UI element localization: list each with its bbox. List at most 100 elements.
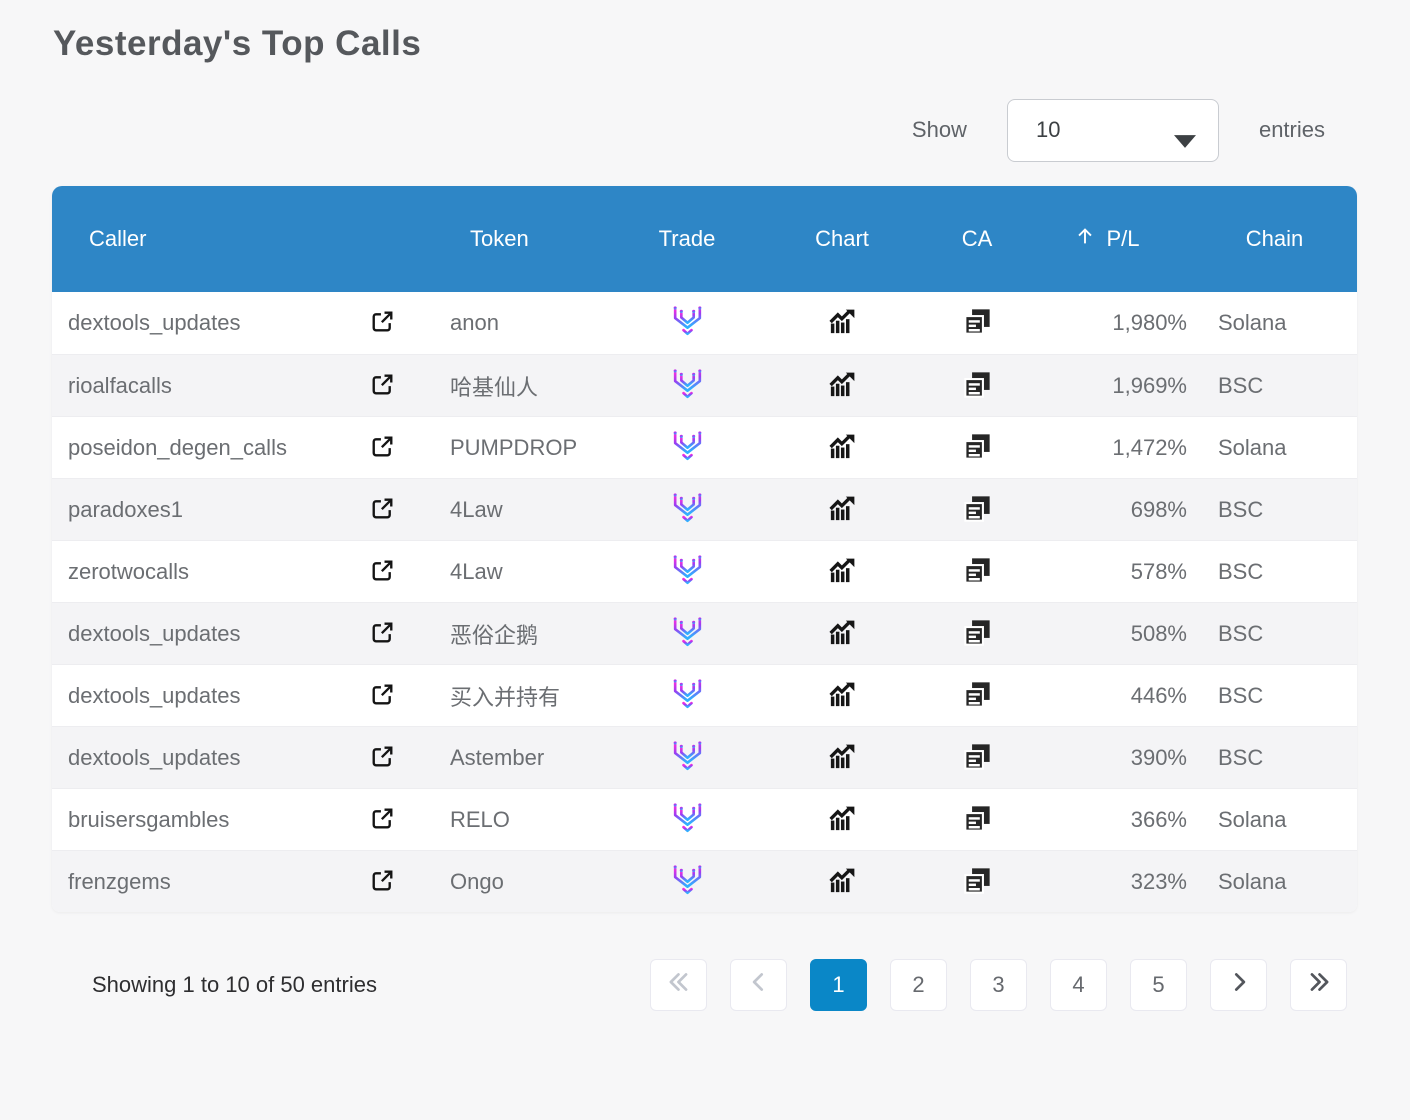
- table-row: frenzgems Ongo 323% Solana: [52, 850, 1357, 912]
- table-row: dextools_updates 买入并持有 446% BSC: [52, 664, 1357, 726]
- caller-link-button[interactable]: [369, 371, 396, 401]
- copy-contract-icon: [962, 865, 993, 899]
- open-in-new-icon: [369, 743, 396, 773]
- caller-name: paradoxes1: [68, 496, 183, 522]
- ca-copy-button[interactable]: [962, 865, 993, 899]
- chain-value: Solana: [1218, 310, 1287, 335]
- ca-copy-button[interactable]: [962, 555, 993, 589]
- open-in-new-icon: [369, 308, 396, 338]
- pl-value: 1,472%: [1112, 434, 1187, 460]
- copy-contract-icon: [962, 306, 993, 340]
- page-button-4[interactable]: 4: [1050, 959, 1107, 1011]
- trade-button[interactable]: [669, 428, 706, 468]
- trade-button[interactable]: [669, 738, 706, 778]
- ca-copy-button[interactable]: [962, 617, 993, 651]
- chart-button[interactable]: [827, 306, 858, 340]
- trade-button[interactable]: [669, 303, 706, 343]
- caller-link-button[interactable]: [369, 743, 396, 773]
- caller-name: dextools_updates: [68, 620, 241, 646]
- page-numbers: 12345: [810, 959, 1187, 1011]
- chart-button[interactable]: [827, 431, 858, 465]
- ca-copy-button[interactable]: [962, 493, 993, 527]
- table-row: poseidon_degen_calls PUMPDROP 1,472% Sol…: [52, 416, 1357, 478]
- ca-copy-button[interactable]: [962, 741, 993, 775]
- caller-link-button[interactable]: [369, 308, 396, 338]
- chart-button[interactable]: [827, 679, 858, 713]
- page-button-1[interactable]: 1: [810, 959, 867, 1011]
- open-in-new-icon: [369, 681, 396, 711]
- token-name: anon: [450, 310, 499, 335]
- column-header-chain[interactable]: Chain: [1192, 226, 1357, 252]
- open-in-new-icon: [369, 557, 396, 587]
- trending-bar-chart-icon: [827, 431, 858, 465]
- table-header: Caller Token Trade Chart CA P/L Chain: [52, 186, 1357, 292]
- ca-copy-button[interactable]: [962, 431, 993, 465]
- pl-value: 366%: [1130, 806, 1187, 832]
- trade-button[interactable]: [669, 490, 706, 530]
- column-header-pl-label: P/L: [1106, 226, 1140, 251]
- page-button-3[interactable]: 3: [970, 959, 1027, 1011]
- caller-link-button[interactable]: [369, 433, 396, 463]
- chart-button[interactable]: [827, 555, 858, 589]
- trade-button[interactable]: [669, 676, 706, 716]
- open-in-new-icon: [369, 867, 396, 897]
- pagination: 12345: [650, 959, 1347, 1011]
- column-header-pl[interactable]: P/L: [1022, 225, 1192, 253]
- chart-button[interactable]: [827, 741, 858, 775]
- pl-value: 390%: [1130, 744, 1187, 770]
- copy-contract-icon: [962, 679, 993, 713]
- table-row: bruisersgambles RELO 366% Solana: [52, 788, 1357, 850]
- trending-bar-chart-icon: [827, 803, 858, 837]
- copy-contract-icon: [962, 431, 993, 465]
- last-page-button[interactable]: [1290, 959, 1347, 1011]
- chart-button[interactable]: [827, 617, 858, 651]
- caller-link-button[interactable]: [369, 557, 396, 587]
- trade-button[interactable]: [669, 800, 706, 840]
- caller-name: dextools_updates: [68, 682, 241, 708]
- copy-contract-icon: [962, 803, 993, 837]
- chart-button[interactable]: [827, 865, 858, 899]
- table-footer: Showing 1 to 10 of 50 entries 12345: [52, 959, 1347, 1011]
- trade-button[interactable]: [669, 366, 706, 406]
- caller-link-button[interactable]: [369, 681, 396, 711]
- maestro-logo-icon: [669, 428, 706, 468]
- chart-button[interactable]: [827, 369, 858, 403]
- table-row: dextools_updates anon 1,980% Solana: [52, 292, 1357, 354]
- pl-value: 1,980%: [1112, 310, 1187, 335]
- caller-link-button[interactable]: [369, 619, 396, 649]
- next-page-button[interactable]: [1210, 959, 1267, 1011]
- caret-down-icon: [1173, 128, 1196, 154]
- trade-button[interactable]: [669, 552, 706, 592]
- column-header-ca[interactable]: CA: [932, 226, 1022, 252]
- page-size-select[interactable]: 10: [1006, 98, 1219, 162]
- trade-button[interactable]: [669, 614, 706, 654]
- arrow-up-icon: [1074, 225, 1096, 253]
- column-header-token[interactable]: Token: [422, 226, 622, 252]
- caller-name: poseidon_degen_calls: [68, 434, 287, 460]
- copy-contract-icon: [962, 555, 993, 589]
- page-button-5[interactable]: 5: [1130, 959, 1187, 1011]
- column-header-caller[interactable]: Caller: [52, 226, 342, 252]
- caller-link-button[interactable]: [369, 495, 396, 525]
- page-button-2[interactable]: 2: [890, 959, 947, 1011]
- chart-button[interactable]: [827, 493, 858, 527]
- ca-copy-button[interactable]: [962, 803, 993, 837]
- ca-copy-button[interactable]: [962, 369, 993, 403]
- chain-value: Solana: [1218, 806, 1287, 832]
- pl-value: 698%: [1130, 496, 1187, 522]
- prev-page-button[interactable]: [730, 959, 787, 1011]
- column-header-trade[interactable]: Trade: [622, 226, 752, 252]
- column-header-chart[interactable]: Chart: [752, 226, 932, 252]
- trade-button[interactable]: [669, 862, 706, 902]
- first-page-button[interactable]: [650, 959, 707, 1011]
- caller-link-button[interactable]: [369, 867, 396, 897]
- caller-link-button[interactable]: [369, 805, 396, 835]
- token-name: RELO: [450, 806, 510, 832]
- maestro-logo-icon: [669, 490, 706, 530]
- prev-page-icon: [746, 969, 772, 1001]
- next-page-icon: [1226, 969, 1252, 1001]
- ca-copy-button[interactable]: [962, 679, 993, 713]
- chart-button[interactable]: [827, 803, 858, 837]
- copy-contract-icon: [962, 493, 993, 527]
- ca-copy-button[interactable]: [962, 306, 993, 340]
